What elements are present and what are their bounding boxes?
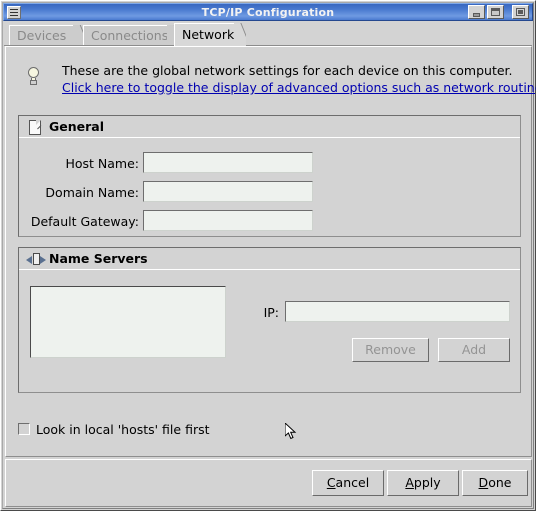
remove-button-label: Remove — [365, 342, 416, 357]
domain-name-label: Domain Name: — [45, 185, 139, 200]
host-name-label: Host Name: — [65, 156, 139, 171]
ip-input[interactable] — [285, 301, 510, 322]
lightbulb-icon — [26, 67, 42, 89]
name-servers-list[interactable] — [30, 286, 226, 358]
page-icon — [29, 120, 41, 135]
hosts-file-checkbox-label: Look in local 'hosts' file first — [36, 421, 210, 437]
close-icon — [516, 8, 525, 16]
done-button[interactable]: Done — [462, 470, 528, 496]
tab-strip: Devices Connections Network — [4, 22, 532, 46]
tab-connections-label: Connections — [91, 28, 169, 43]
maximize-button[interactable] — [487, 5, 504, 19]
done-button-mnemonic: D — [478, 475, 489, 490]
add-button-label: Add — [461, 342, 487, 357]
window-title: TCP/IP Configuration — [201, 6, 335, 19]
minimize-icon — [473, 13, 480, 17]
add-button[interactable]: Add — [438, 338, 510, 362]
maximize-icon — [491, 8, 500, 16]
name-servers-icon — [26, 252, 46, 266]
cancel-button-mnemonic: C — [326, 475, 336, 490]
apply-button-mnemonic: A — [405, 475, 414, 490]
application-window: TCP/IP Configuration Devices Connections… — [0, 0, 536, 511]
general-group: General Host Name: Domain Name: Default … — [18, 115, 521, 237]
content-panel: These are the global network settings fo… — [5, 46, 536, 457]
done-button-label: one — [488, 475, 512, 490]
ip-label: IP: — [263, 305, 279, 320]
host-name-input[interactable] — [143, 152, 313, 173]
general-group-header: General — [19, 116, 520, 138]
tab-connections[interactable]: Connections — [83, 25, 169, 46]
advanced-options-link[interactable]: Click here to toggle the display of adva… — [62, 80, 536, 95]
domain-name-input[interactable] — [143, 181, 313, 202]
general-group-title: General — [49, 119, 104, 134]
default-gateway-label: Default Gateway: — [30, 214, 139, 229]
apply-button-label: pply — [413, 475, 441, 490]
window-controls — [468, 5, 529, 19]
name-servers-group: Name Servers IP: Remove Add — [18, 247, 521, 393]
info-text: These are the global network settings fo… — [62, 63, 513, 78]
name-servers-group-header: Name Servers — [19, 248, 520, 270]
cancel-button-label: ancel — [335, 475, 370, 490]
cancel-button[interactable]: Cancel — [312, 470, 384, 496]
default-gateway-input[interactable] — [143, 210, 313, 231]
name-servers-group-title: Name Servers — [49, 251, 148, 266]
tab-skew — [234, 23, 246, 46]
tab-network-label: Network — [182, 27, 235, 42]
tab-devices[interactable]: Devices — [9, 25, 75, 46]
tab-devices-label: Devices — [17, 28, 67, 43]
tab-network[interactable]: Network — [174, 23, 236, 46]
footer-bar: Cancel Apply Done — [5, 459, 532, 507]
hosts-file-checkbox-row[interactable]: Look in local 'hosts' file first — [18, 421, 210, 437]
screenshot-root: TCP/IP Configuration Devices Connections… — [0, 0, 536, 511]
apply-button[interactable]: Apply — [387, 470, 459, 496]
hosts-file-checkbox[interactable] — [18, 423, 30, 435]
close-button[interactable] — [512, 5, 529, 19]
minimize-button[interactable] — [468, 5, 485, 19]
title-bar: TCP/IP Configuration — [3, 3, 533, 21]
remove-button[interactable]: Remove — [352, 338, 429, 362]
